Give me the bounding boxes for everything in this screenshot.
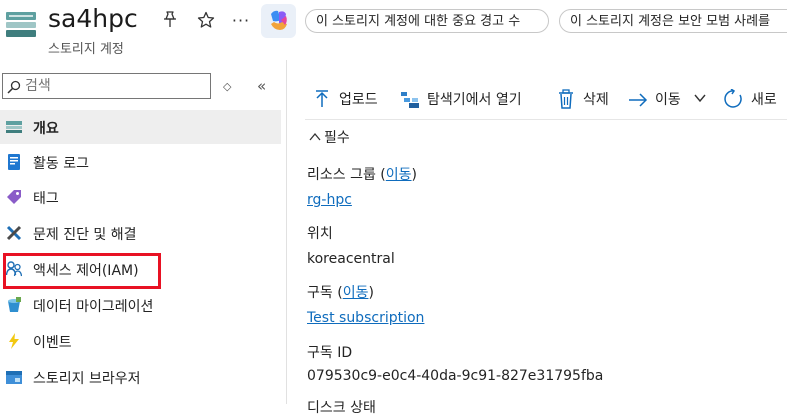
copilot-icon[interactable] <box>261 4 296 38</box>
search-input[interactable] <box>25 75 205 97</box>
sidebar-item-label: 데이터 마이그레이션 <box>33 299 154 315</box>
move-label: 이동 <box>655 92 681 108</box>
refresh-label: 새로 <box>751 92 777 108</box>
upload-button[interactable]: 업로드 <box>312 88 392 110</box>
collapse-sidebar-icon[interactable]: « <box>257 77 266 95</box>
sidebar-item-label: 태그 <box>33 191 59 207</box>
subscription-id-label: 구독 ID <box>307 345 353 361</box>
upload-icon <box>312 89 332 109</box>
refresh-button[interactable]: 새로 <box>724 88 787 110</box>
chevron-up-icon <box>309 130 321 146</box>
delete-button[interactable]: 삭제 <box>556 88 626 110</box>
page-title: sa4hpc <box>48 4 138 33</box>
sidebar-item-storage-browser[interactable]: 스토리지 브라우저 <box>0 360 281 394</box>
more-options-button[interactable]: ··· <box>231 11 251 31</box>
refresh-icon <box>724 88 744 109</box>
sidebar-item-label: 이벤트 <box>33 335 72 351</box>
explorer-icon <box>400 89 420 109</box>
activity-log-icon <box>6 154 22 170</box>
delete-label: 삭제 <box>583 92 609 108</box>
toolbar-divider <box>305 119 787 120</box>
search-icon <box>7 79 21 94</box>
storage-icon <box>6 119 22 135</box>
location-label: 위치 <box>307 226 333 242</box>
bucket-icon <box>6 297 22 313</box>
highlight-box <box>3 253 161 289</box>
sidebar-item-diagnose[interactable]: 문제 진단 및 해결 <box>0 216 281 250</box>
essentials-toggle[interactable]: 필수 <box>309 127 350 147</box>
sidebar-item-activity-log[interactable]: 활동 로그 <box>0 145 281 179</box>
subscription-label: 구독 <box>307 285 333 301</box>
chevron-down-icon <box>693 91 707 109</box>
resource-group-move-link[interactable]: 이동 <box>386 167 412 183</box>
location-value: koreacentral <box>307 251 395 267</box>
sidebar-item-tags[interactable]: 태그 <box>0 180 281 214</box>
resource-group-label-row: 리소스 그룹 (이동) <box>307 167 418 183</box>
move-button[interactable]: 이동 <box>628 88 718 110</box>
cut-off-field-label: 디스크 상태 <box>307 400 376 416</box>
subscription-value-link[interactable]: Test subscription <box>307 310 424 326</box>
lightning-icon <box>6 333 22 349</box>
storage-account-icon <box>6 9 36 39</box>
page-subtitle: 스토리지 계정 <box>48 42 124 57</box>
sidebar-item-label: 개요 <box>33 121 59 137</box>
sidebar-item-overview[interactable]: 개요 <box>0 110 281 144</box>
favorite-star-icon[interactable] <box>196 11 216 31</box>
sidebar-item-label: 문제 진단 및 해결 <box>33 227 137 243</box>
sidebar-item-data-migration[interactable]: 데이터 마이그레이션 <box>0 288 281 322</box>
resource-group-label: 리소스 그룹 <box>307 167 376 183</box>
trash-icon <box>556 89 576 109</box>
search-box[interactable] <box>2 73 211 99</box>
subscription-move-link[interactable]: 이동 <box>343 285 369 301</box>
arrow-right-icon <box>628 89 648 109</box>
subscription-label-row: 구독 (이동) <box>307 285 374 301</box>
tag-icon <box>6 189 22 205</box>
sidebar-item-events[interactable]: 이벤트 <box>0 324 281 358</box>
resource-group-value-link[interactable]: rg-hpc <box>307 192 352 208</box>
essentials-label: 필수 <box>324 130 350 146</box>
open-in-explorer-button[interactable]: 탐색기에서 열기 <box>400 88 550 110</box>
alert-pill-security[interactable]: 이 스토리지 계정은 보안 모범 사례를 <box>559 9 787 33</box>
folder-icon <box>6 369 22 385</box>
upload-label: 업로드 <box>339 92 378 108</box>
sort-diamond-icon[interactable]: ◇ <box>223 80 231 93</box>
alert-pill-critical[interactable]: 이 스토리지 계정에 대한 중요 경고 수 <box>305 9 549 33</box>
pin-icon[interactable] <box>160 11 180 31</box>
sidebar-item-label: 활동 로그 <box>33 156 89 172</box>
sidebar-item-label: 스토리지 브라우저 <box>33 371 141 387</box>
sidebar-divider <box>286 60 287 404</box>
subscription-id-value: 079530c9-e0c4-40da-9c91-827e31795fba <box>307 368 604 384</box>
open-in-explorer-label: 탐색기에서 열기 <box>427 92 522 108</box>
wrench-icon <box>6 225 22 241</box>
